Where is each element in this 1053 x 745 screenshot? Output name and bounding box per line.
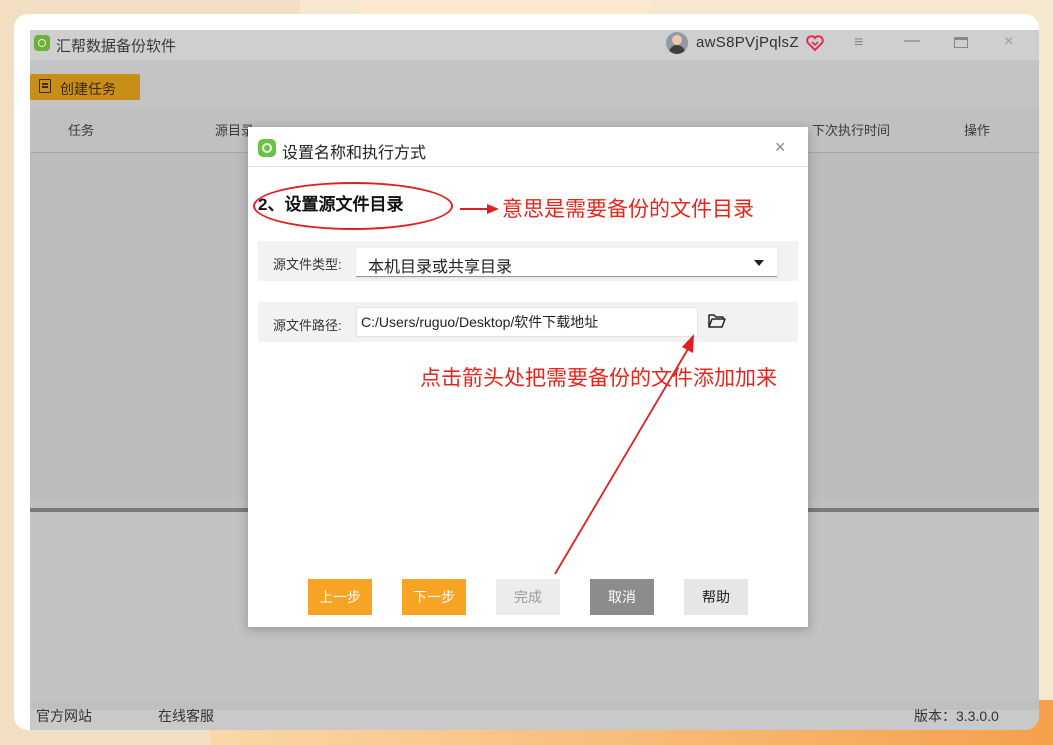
status-bar: 官方网站 在线客服 版本：3.3.0.0 <box>30 708 1039 730</box>
cancel-button[interactable]: 取消 <box>590 579 654 615</box>
help-button[interactable]: 帮助 <box>684 579 748 615</box>
title-bar: 汇帮数据备份软件 awS8PVjPqlsZ ≡ — × <box>30 30 1039 60</box>
annotation-arrowhead-top <box>487 204 499 214</box>
annotation-middle-note: 点击箭头处把需要备份的文件添加加来 <box>420 367 777 390</box>
dialog-divider <box>248 166 808 167</box>
toolbar: 创建任务 <box>30 60 1039 106</box>
create-task-label: 创建任务 <box>60 81 116 97</box>
source-path-row: 源文件路径: <box>258 302 798 342</box>
folder-open-icon[interactable] <box>708 314 726 328</box>
settings-dialog: 设置名称和执行方式 × 2、设置源文件目录 意思是需要备份的文件目录 源文件类型… <box>248 127 808 627</box>
minimize-icon[interactable]: — <box>904 32 920 50</box>
column-header-task: 任务 <box>68 123 95 138</box>
app-title: 汇帮数据备份软件 <box>56 38 177 55</box>
avatar-icon[interactable] <box>666 32 688 54</box>
maximize-icon[interactable] <box>954 37 968 48</box>
username[interactable]: awS8PVjPqlsZ <box>696 34 799 51</box>
vip-heart-icon[interactable] <box>806 34 824 52</box>
previous-step-button[interactable]: 上一步 <box>308 579 372 615</box>
official-website-link[interactable]: 官方网站 <box>36 706 92 726</box>
create-task-button[interactable]: 创建任务 <box>30 74 140 100</box>
column-header-next-run: 下次执行时间 <box>812 123 891 138</box>
source-type-select[interactable]: 本机目录或共享目录 <box>356 248 777 277</box>
app-logo-icon <box>258 139 276 157</box>
annotation-top-note: 意思是需要备份的文件目录 <box>502 198 754 221</box>
source-path-label: 源文件路径: <box>273 318 342 333</box>
finish-button[interactable]: 完成 <box>496 579 560 615</box>
task-list-icon <box>39 79 51 93</box>
annotation-ellipse <box>253 182 453 230</box>
source-type-label: 源文件类型: <box>273 257 342 272</box>
dialog-title: 设置名称和执行方式 <box>282 145 427 162</box>
version-label: 版本：3.3.0.0 <box>914 708 999 724</box>
dropdown-caret-icon <box>754 260 764 266</box>
close-icon[interactable]: × <box>1004 33 1013 51</box>
menu-icon[interactable]: ≡ <box>854 34 863 52</box>
online-support-link[interactable]: 在线客服 <box>158 706 214 726</box>
column-header-actions: 操作 <box>964 123 991 138</box>
app-logo-icon <box>34 35 50 51</box>
source-type-row: 源文件类型: 本机目录或共享目录 <box>258 241 798 281</box>
source-path-input[interactable] <box>356 307 698 337</box>
next-step-button[interactable]: 下一步 <box>402 579 466 615</box>
source-type-value: 本机目录或共享目录 <box>368 259 513 276</box>
dialog-close-icon[interactable]: × <box>775 137 786 158</box>
